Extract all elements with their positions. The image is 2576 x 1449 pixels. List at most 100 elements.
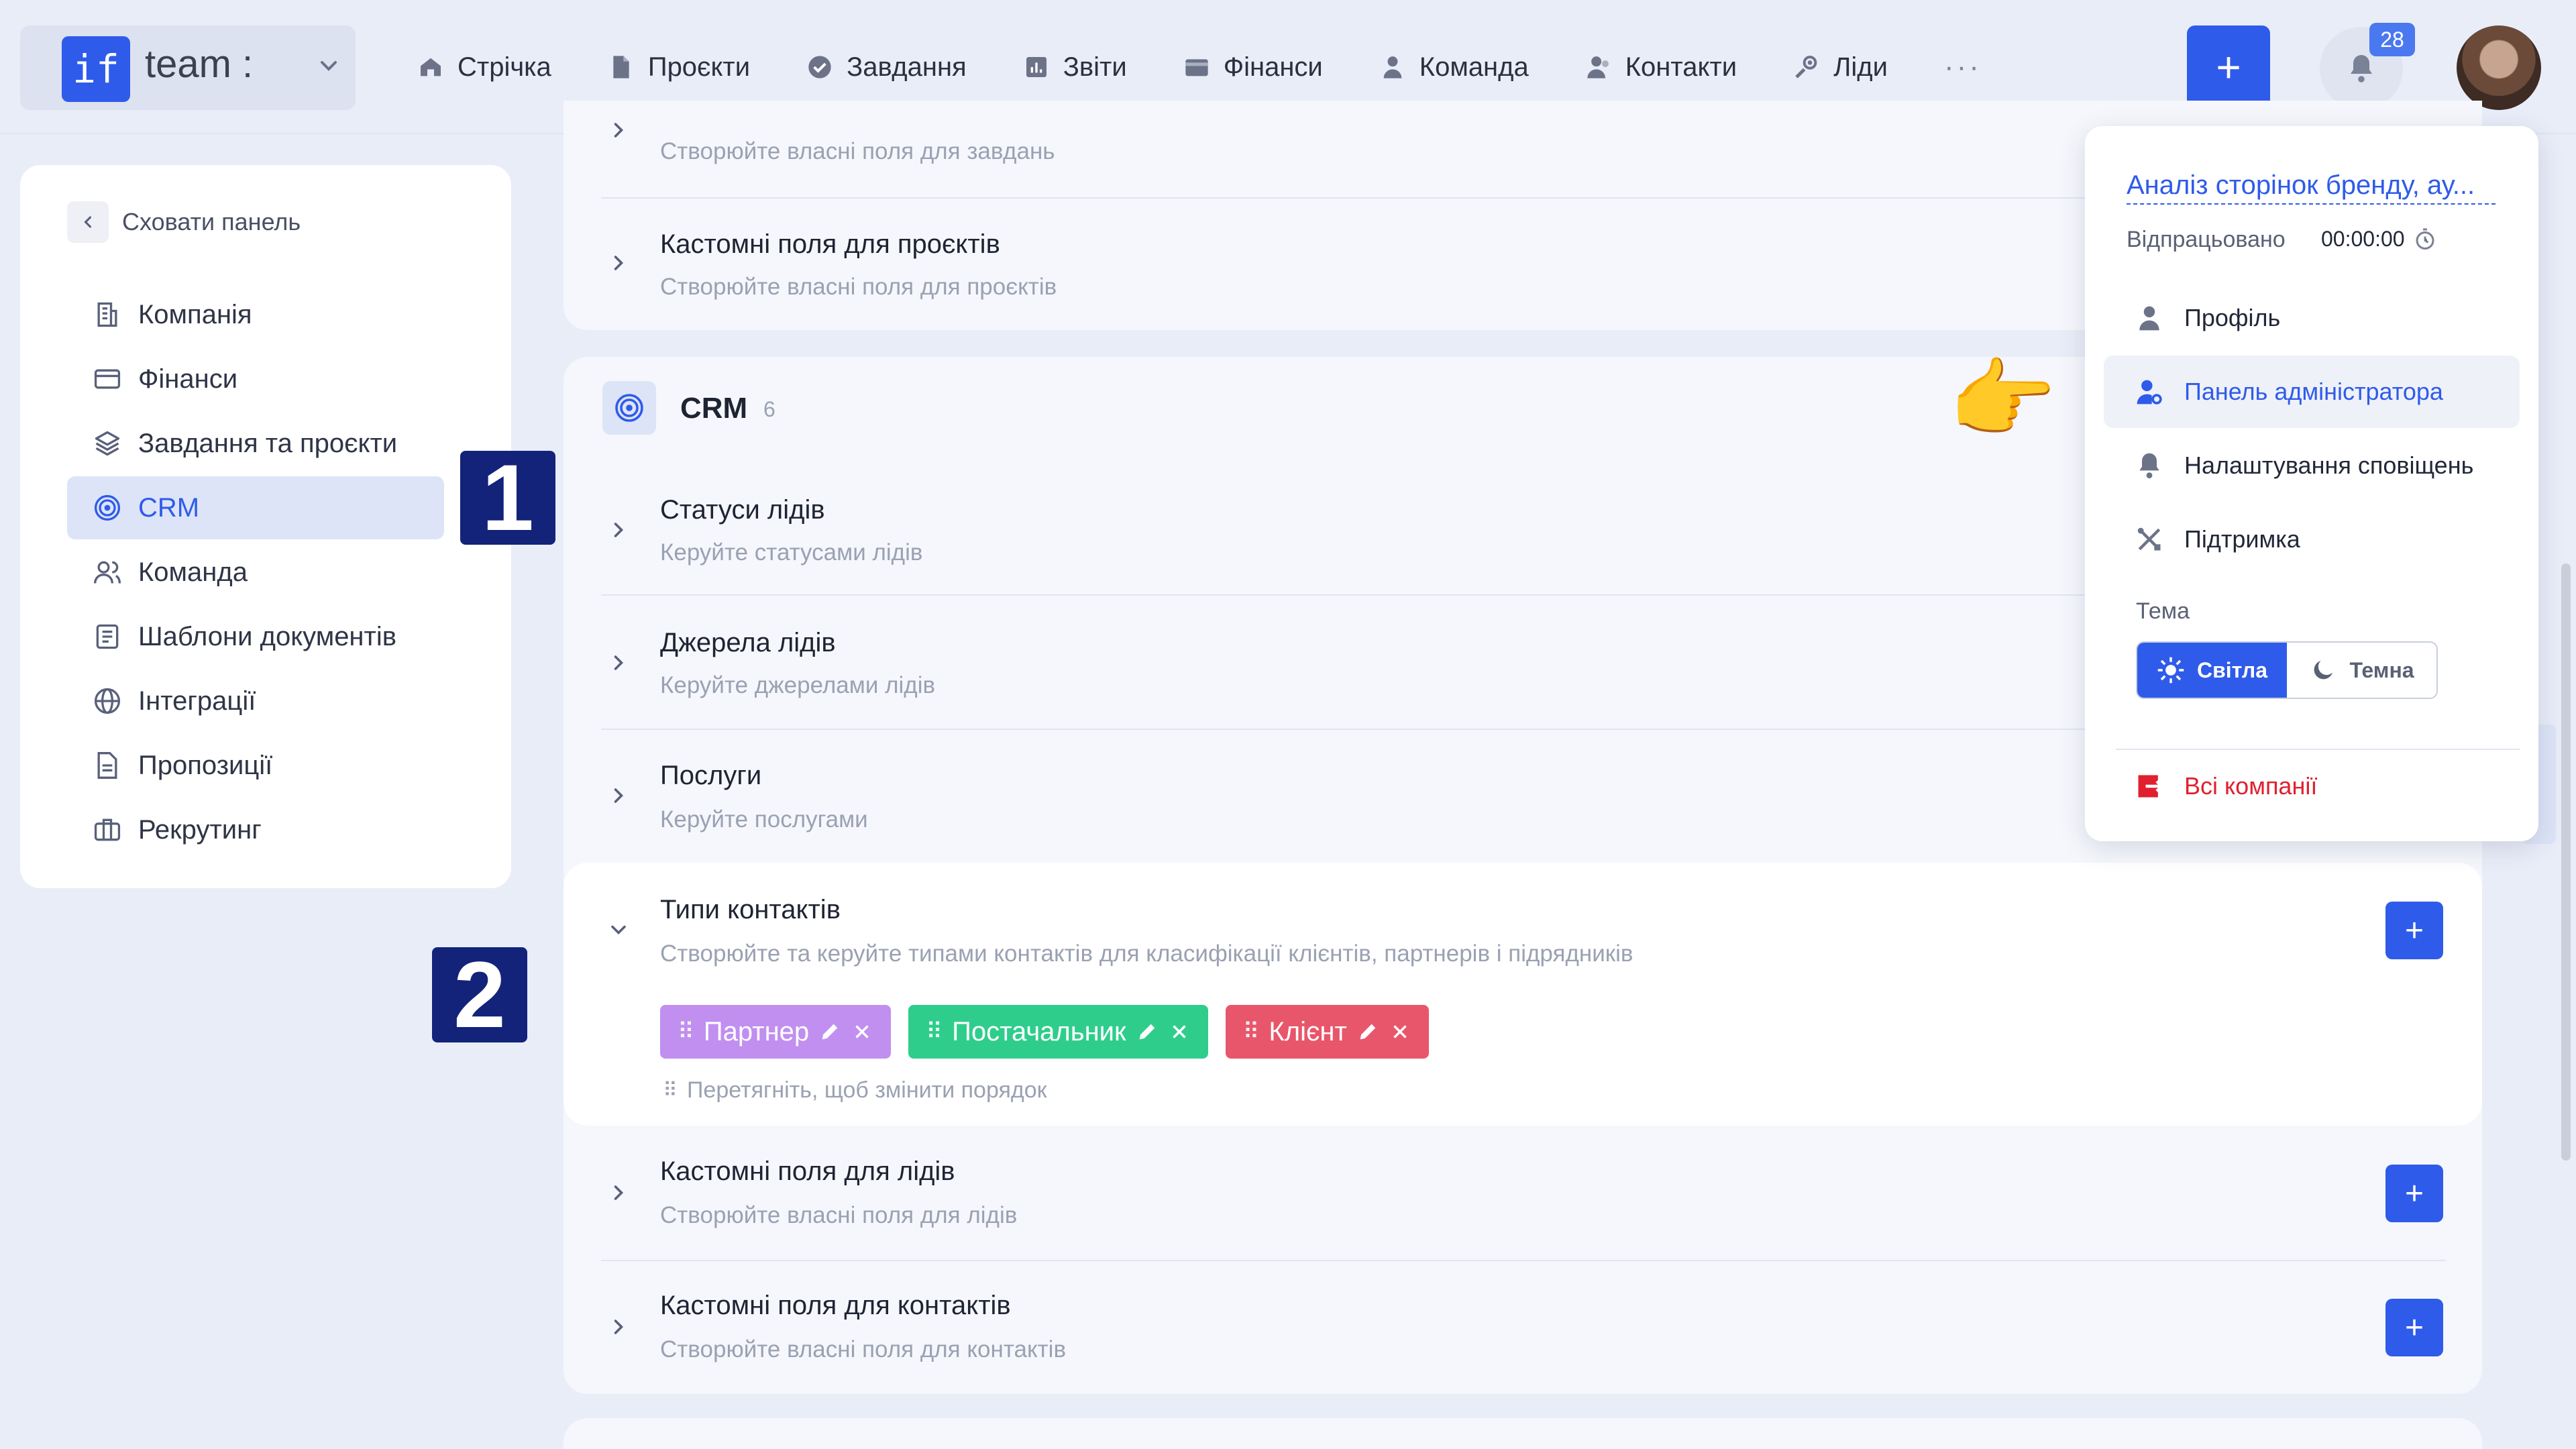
worked-time: 00:00:00 bbox=[2321, 227, 2405, 251]
hide-panel-label[interactable]: Сховати панель bbox=[122, 208, 301, 236]
contact-type-chip[interactable]: ⠿ Постачальник bbox=[908, 1005, 1208, 1059]
chip-label: Клієнт bbox=[1269, 1016, 1347, 1046]
pencil-icon[interactable] bbox=[1136, 1020, 1159, 1043]
theme-dark-button[interactable]: Темна bbox=[2287, 643, 2436, 698]
close-icon[interactable] bbox=[1168, 1020, 1191, 1043]
menu-item-all-companies[interactable]: Всі компанії bbox=[2104, 750, 2520, 822]
chevron-right-icon[interactable] bbox=[606, 251, 631, 275]
proposal-icon bbox=[97, 752, 117, 779]
nav-label: Стрічка bbox=[458, 52, 551, 82]
menu-item-admin-panel[interactable]: Панель адміністратора bbox=[2104, 356, 2520, 428]
sidebar-item-label: Інтеграції bbox=[138, 686, 256, 716]
pencil-icon[interactable] bbox=[818, 1020, 841, 1043]
nav-item-reports[interactable]: Звіти bbox=[1023, 52, 1127, 83]
nav-item-projects[interactable]: Проєкти bbox=[608, 52, 750, 83]
sidebar-item-label: Компанія bbox=[138, 299, 252, 329]
drag-handle-icon: ⠿ bbox=[663, 1079, 678, 1102]
scrollbar[interactable] bbox=[2561, 564, 2571, 1161]
close-icon[interactable] bbox=[1389, 1020, 1411, 1043]
next-section-card bbox=[564, 1418, 2482, 1449]
chip-label: Партнер bbox=[703, 1016, 810, 1046]
create-button[interactable]: + bbox=[2187, 25, 2270, 109]
add-contact-type-button[interactable]: + bbox=[2385, 902, 2443, 959]
project-fields-title[interactable]: Кастомні поля для проєктів bbox=[660, 229, 1000, 260]
sidebar-item-company[interactable]: Компанія bbox=[67, 283, 444, 346]
contact-types-title[interactable]: Типи контактів bbox=[660, 895, 841, 925]
contact-type-chip[interactable]: ⠿ Партнер bbox=[660, 1005, 892, 1059]
contact-type-chips: ⠿ Партнер ⠿ Постачальник ⠿ Клієнт bbox=[660, 1005, 1429, 1059]
globe-icon bbox=[94, 688, 121, 714]
sidebar-item-team[interactable]: Команда bbox=[67, 541, 444, 604]
close-icon[interactable] bbox=[851, 1020, 873, 1043]
drag-handle-icon[interactable]: ⠿ bbox=[678, 1018, 694, 1045]
add-contact-field-button[interactable]: + bbox=[2385, 1299, 2443, 1356]
active-task-link[interactable]: Аналіз сторінок бренду, ау... bbox=[2127, 170, 2496, 205]
sidebar-item-label: Рекрутинг bbox=[138, 814, 262, 845]
nav-label: Звіти bbox=[1063, 52, 1127, 82]
lead-fields-title[interactable]: Кастомні поля для лідів bbox=[660, 1157, 955, 1187]
sidebar-item-tasks-projects[interactable]: Завдання та проєкти bbox=[67, 412, 444, 475]
nav-item-feed[interactable]: Стрічка bbox=[417, 52, 551, 83]
chevron-right-icon[interactable] bbox=[606, 1181, 631, 1205]
services-title[interactable]: Послуги bbox=[660, 761, 761, 791]
nav-label: Завдання bbox=[847, 52, 967, 82]
menu-item-profile[interactable]: Профіль bbox=[2104, 282, 2520, 354]
contact-type-chip[interactable]: ⠿ Клієнт bbox=[1225, 1005, 1429, 1059]
lead-statuses-title[interactable]: Статуси лідів bbox=[660, 495, 825, 525]
nav-label: Контакти bbox=[1625, 52, 1737, 82]
hide-panel-button[interactable] bbox=[67, 201, 109, 243]
user-avatar[interactable] bbox=[2457, 25, 2541, 110]
drag-handle-icon[interactable]: ⠿ bbox=[1243, 1018, 1260, 1045]
sidebar-item-integrations[interactable]: Інтеграції bbox=[67, 669, 444, 733]
contacts-icon bbox=[1587, 56, 1609, 78]
pencil-icon[interactable] bbox=[1356, 1020, 1379, 1043]
logout-icon bbox=[2138, 775, 2164, 798]
stopwatch-icon[interactable] bbox=[2413, 227, 2437, 252]
sidebar-item-label: Команда bbox=[138, 557, 248, 587]
template-icon bbox=[96, 624, 119, 649]
bell-icon bbox=[2139, 453, 2159, 479]
target-icon bbox=[615, 394, 643, 422]
pointing-hand-emoji: 👉 bbox=[1948, 350, 2057, 448]
sidebar-item-proposals[interactable]: Пропозиції bbox=[67, 734, 444, 797]
nav-item-team[interactable]: Команда bbox=[1379, 52, 1529, 83]
user-icon bbox=[2139, 306, 2159, 331]
theme-label: Тема bbox=[2136, 598, 2190, 624]
sidebar-item-label: CRM bbox=[138, 492, 200, 523]
company-icon bbox=[97, 302, 117, 327]
chevron-down-icon[interactable] bbox=[315, 52, 342, 79]
sidebar-item-crm[interactable]: CRM bbox=[67, 476, 444, 539]
nav-item-contacts[interactable]: Контакти bbox=[1585, 52, 1737, 83]
sidebar-item-recruiting[interactable]: Рекрутинг bbox=[67, 798, 444, 861]
chevron-right-icon[interactable] bbox=[606, 118, 631, 142]
nav-item-leads[interactable]: Ліди bbox=[1793, 52, 1888, 83]
crm-section-icon-box bbox=[602, 381, 656, 435]
chevron-right-icon[interactable] bbox=[606, 784, 631, 808]
chevron-down-icon[interactable] bbox=[606, 918, 631, 942]
divider bbox=[601, 1260, 2446, 1261]
nav-item-tasks[interactable]: Завдання bbox=[806, 52, 967, 83]
chevron-right-icon[interactable] bbox=[606, 1315, 631, 1339]
nav-label: Команда bbox=[1419, 52, 1529, 82]
sidebar-item-doc-templates[interactable]: Шаблони документів bbox=[67, 605, 444, 668]
add-lead-field-button[interactable]: + bbox=[2385, 1165, 2443, 1222]
sidebar-item-finance[interactable]: Фінанси bbox=[67, 347, 444, 411]
lead-sources-title[interactable]: Джерела лідів bbox=[660, 628, 836, 658]
check-circle-icon bbox=[808, 56, 831, 78]
card-icon bbox=[94, 369, 121, 389]
nav-item-finance[interactable]: Фінанси bbox=[1183, 52, 1323, 83]
task-fields-sub: Створюйте власні поля для завдань bbox=[660, 138, 1055, 164]
nav-more-button[interactable]: ··· bbox=[1944, 50, 1982, 84]
contact-fields-title[interactable]: Кастомні поля для контактів bbox=[660, 1291, 1011, 1321]
lead-sources-sub: Керуйте джерелами лідів bbox=[660, 672, 936, 698]
drag-handle-icon[interactable]: ⠿ bbox=[926, 1018, 943, 1045]
menu-item-support[interactable]: Підтримка bbox=[2104, 503, 2520, 576]
chip-label: Постачальник bbox=[952, 1016, 1126, 1046]
workspace-name: team : bbox=[145, 42, 254, 86]
chevron-right-icon[interactable] bbox=[606, 518, 631, 542]
bell-icon bbox=[2351, 55, 2372, 83]
theme-light-button[interactable]: Світла bbox=[2137, 643, 2287, 698]
menu-item-notification-settings[interactable]: Налаштування сповіщень bbox=[2104, 429, 2520, 502]
chevron-right-icon[interactable] bbox=[606, 651, 631, 675]
sidebar-item-label: Шаблони документів bbox=[138, 621, 396, 651]
